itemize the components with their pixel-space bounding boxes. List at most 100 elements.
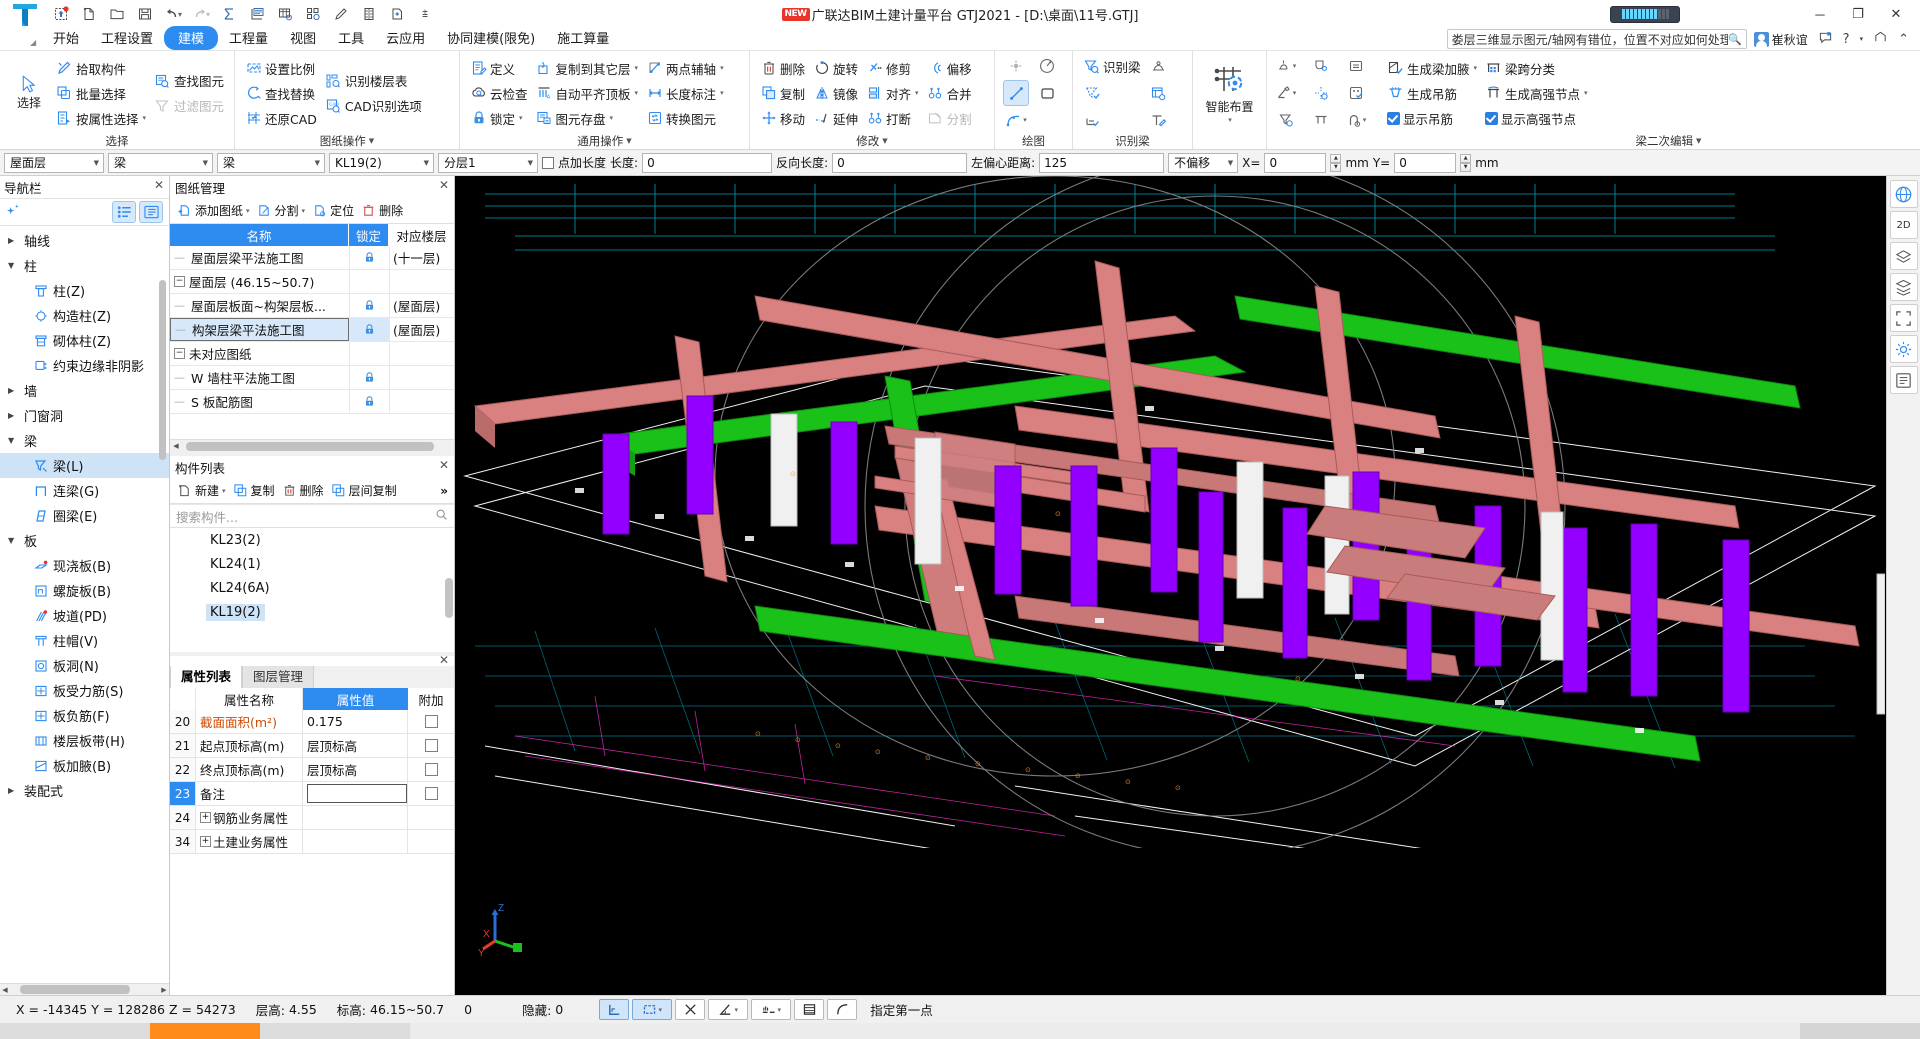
tree-node-coupling-beam[interactable]: 连梁(G) [0,478,169,503]
y-input[interactable]: 0 [1394,152,1457,173]
chevron-down-icon[interactable]: ▾ [302,207,306,215]
more-tools-button[interactable]: » [438,482,450,500]
chevron-down-icon[interactable]: ▾ [734,1006,738,1014]
ribbon-item-identify-beam[interactable]: 识别梁 [1079,54,1145,78]
feedback-icon[interactable] [1815,30,1836,49]
no-snap-icon[interactable] [675,999,706,1020]
list-view-icon[interactable] [112,201,136,223]
tree-node-edge-constraint[interactable]: 约束边缘非阴影 [0,353,169,378]
ribbon-item-align[interactable]: 对齐 ▾ [862,81,923,105]
tree-node-slab-main-rebar[interactable]: 板受力筋(S) [0,678,169,703]
ribbon-item-set-scale[interactable]: 设置比例 [241,56,321,80]
chevron-down-icon[interactable]: ▾ [1228,116,1232,124]
tree-node-beam[interactable]: 梁(L) [0,453,169,478]
ribbon-item-rotate[interactable]: 旋转 [809,56,862,80]
ribbon-item-copy-to-other-floor[interactable]: 复制到其它层 ▾ [532,56,643,80]
table-row[interactable]: 34 + 土建业务属性 [170,830,454,854]
ribbon-item-find-replace[interactable]: 查找替换 [241,81,321,105]
y-stepper[interactable]: ▲ ▼ [1460,153,1472,172]
beam-table-icon[interactable] [1146,80,1172,106]
ribbon-item-offset[interactable]: 偏移 [923,56,976,80]
tab-layer-manage[interactable]: 图层管理 [242,663,315,688]
ribbon-item-pick-element[interactable]: 拾取构件 [52,56,150,80]
chevron-down-icon[interactable]: ▼ [8,536,20,545]
tree-node-column[interactable]: 柱(Z) [0,278,169,303]
add-page-icon[interactable] [384,2,410,26]
tree-node-slab-haunch[interactable]: 板加腋(B) [0,753,169,778]
tree-node-cast-slab[interactable]: 现浇板(B) [0,553,169,578]
ribbon-item-generate-haunch[interactable]: 生成梁加腋 ▾ [1383,56,1481,80]
close-icon[interactable]: ✕ [154,178,164,192]
grid-query-icon[interactable] [272,2,298,26]
left-offset-input[interactable]: 125 [1039,152,1165,173]
table-row[interactable]: 20 截面面积(m²) 0.175 [170,710,454,734]
list-item[interactable]: KL23(2) [170,528,454,552]
table-row[interactable]: 22 终点顶标高(m) 层顶标高 [170,758,454,782]
pen-icon[interactable] [328,2,354,26]
beam-origin-icon[interactable] [1308,53,1334,79]
line-draw-icon[interactable] [1003,80,1029,106]
help-icon[interactable]: ? [1840,32,1853,47]
ribbon-item-copy[interactable]: 复制 [756,81,809,105]
sum-icon[interactable] [216,2,242,26]
chevron-down-icon[interactable]: ▼ [8,436,20,445]
ribbon-item-batch-select[interactable]: 批量选择 [52,81,150,105]
scroll-left-icon[interactable]: ◀ [170,442,182,450]
beam-filter-icon[interactable] [1273,107,1299,133]
angle-snap-icon[interactable]: ▾ [708,999,749,1020]
beam-arch-icon[interactable] [1146,53,1172,79]
chevron-down-icon[interactable]: ▾ [178,10,182,19]
ribbon-item-extend[interactable]: 延伸 [809,106,862,130]
chevron-down-icon[interactable]: ▾ [1474,64,1478,72]
table-row[interactable]: — S 板配筋图 [170,390,454,414]
menu-item-0[interactable]: 开始 [42,27,90,50]
table-row[interactable]: − 屋面层 (46.15~50.7) [170,270,454,294]
layer-selector[interactable]: 分层1 ▼ [438,152,538,173]
length-input[interactable]: 0 [642,152,773,173]
ribbon-item-element-save[interactable]: 图元存盘 ▾ [532,106,643,130]
ribbon-item-break[interactable]: 打断 [862,106,923,130]
tree-node-axis[interactable]: ▶ 轴线 [0,228,169,253]
chevron-down-icon[interactable]: ▼ [526,159,535,167]
scroll-track[interactable] [184,441,452,451]
scroll-thumb[interactable] [159,280,166,460]
menu-item-6[interactable]: 云应用 [375,27,436,50]
row-value[interactable] [303,782,408,805]
chevron-down-icon[interactable]: ▾ [519,114,523,122]
row-attach[interactable] [408,734,454,757]
tab-property-list[interactable]: 属性列表 [170,663,243,688]
component-selector[interactable]: KL19(2) ▼ [329,152,434,173]
locate-drawing-button[interactable]: 定位 [309,200,356,221]
3d-model-canvas[interactable]: ⊙ ⊙ ⊙ ⊙ ⊙ ⊙ ⊙ ⊙ ⊙ ⊙ ⊙ ⊙ ⊙ [455,176,1885,848]
menu-item-7[interactable]: 协同建模(限免) [436,27,546,50]
ribbon-item-split[interactable]: 分割 [923,106,976,130]
chevron-down-icon[interactable]: ▼ [313,159,322,167]
taskbar-active-window[interactable] [150,1023,260,1039]
scroll-right-icon[interactable]: ▶ [159,986,169,994]
collapse-toggle[interactable]: − [174,276,185,287]
search-icon[interactable]: 🔍 [1728,33,1742,46]
ribbon-group-title-modify[interactable]: 修改 ▼ [754,133,990,149]
ribbon-item-two-point-axis[interactable]: 两点辅轴 ▾ [642,56,728,80]
taskbar-window[interactable] [260,1023,410,1039]
apply-beam-icon[interactable]: ▾ [1273,53,1299,79]
select-tool-button[interactable]: 选择 [6,74,52,113]
chevron-down-icon[interactable]: ▾ [206,10,210,19]
table-row[interactable]: 24 + 钢筋业务属性 [170,806,454,830]
collapse-toggle[interactable]: − [174,348,185,359]
collapse-ribbon-icon[interactable]: ⌃ [1895,32,1912,47]
more-caret-icon[interactable]: ⩲ [412,2,438,26]
tree-node-prefab-group[interactable]: ▶ 装配式 [0,778,169,803]
chevron-down-icon[interactable]: ▾ [142,114,146,122]
ribbon-item-delete[interactable]: 删除 [756,56,809,80]
menu-item-1[interactable]: 工程设置 [90,27,164,50]
row-attach[interactable] [408,782,454,805]
minimize-button[interactable]: － [1802,1,1838,27]
ribbon-item-filter-element[interactable]: 过滤图元 [150,94,228,118]
chevron-down-icon[interactable]: ▾ [635,64,639,72]
3d-viewport[interactable]: ⊙ ⊙ ⊙ ⊙ ⊙ ⊙ ⊙ ⊙ ⊙ ⊙ ⊙ ⊙ ⊙ Z Y X 2D [455,176,1920,995]
fullscreen-icon[interactable] [1889,304,1918,332]
point-length-checkbox[interactable] [542,156,554,169]
close-icon[interactable]: ✕ [439,458,449,472]
ribbon-item-auto-align-slab[interactable]: A 自动平齐顶板 ▾ [532,81,643,105]
